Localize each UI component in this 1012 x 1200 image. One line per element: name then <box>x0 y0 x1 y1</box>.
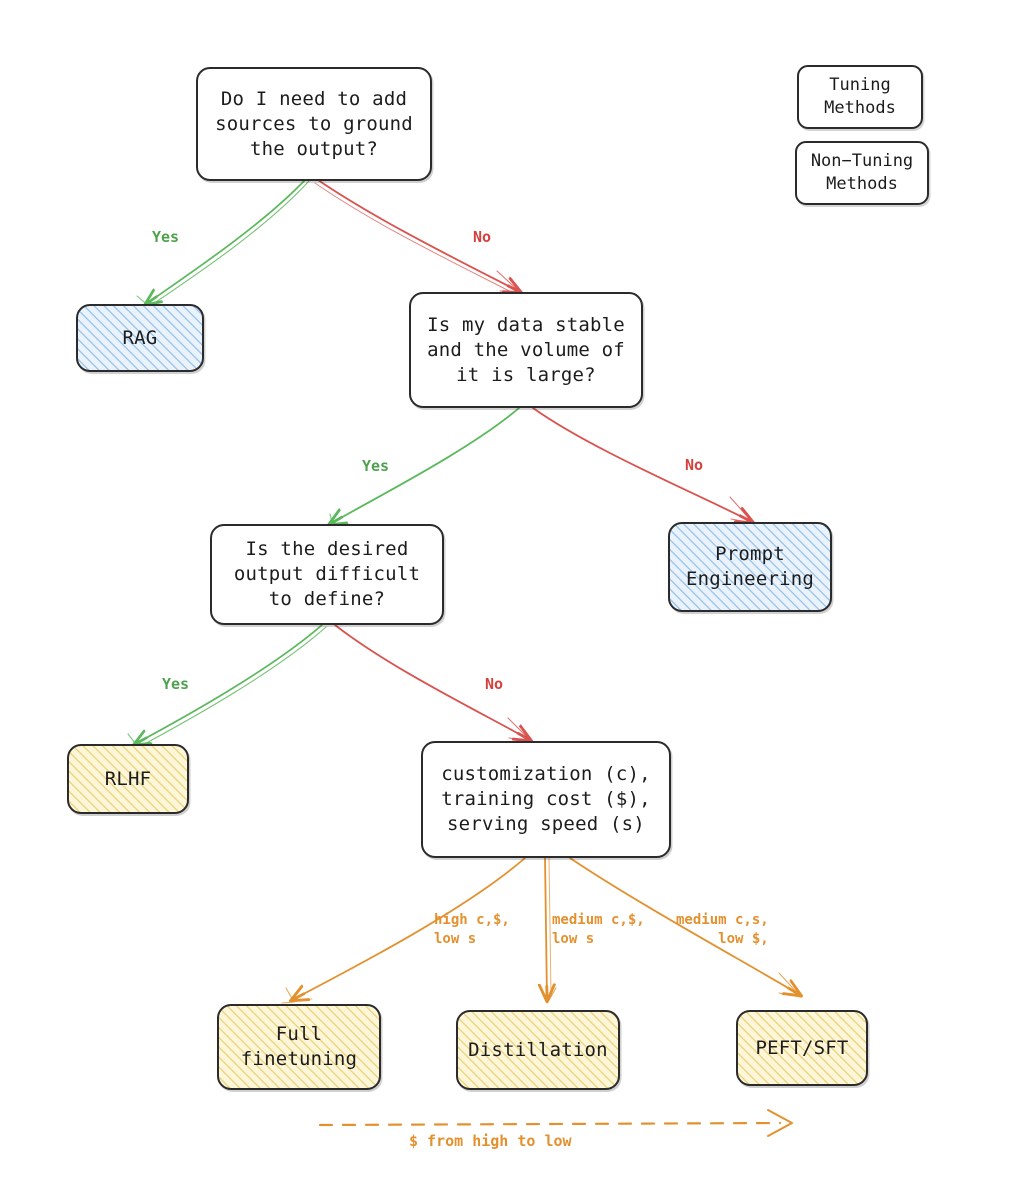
diagram-canvas: Do I need to add sources to ground the o… <box>0 0 1012 1200</box>
node-label: PEFT/SFT <box>755 1036 849 1059</box>
edge-label-peft-sft-line1: medium c,s, <box>676 912 769 928</box>
edge-q2-no-prompt <box>532 407 753 523</box>
edge-label-q1-yes: Yes <box>152 228 180 246</box>
node-label: customization (c), training cost ($), se… <box>441 763 651 835</box>
node-rlhf[interactable]: RLHF <box>67 744 189 814</box>
legend-tuning-methods: Tuning Methods <box>797 65 923 129</box>
edge-label-q1-no: No <box>473 228 492 246</box>
node-rag[interactable]: RAG <box>76 304 204 372</box>
legend-non-tuning-methods: Non−Tuning Methods <box>795 141 929 205</box>
node-label: Is my data stable and the volume of it i… <box>427 313 625 386</box>
edge-label-distillation: medium c,$, low s <box>552 912 645 947</box>
edge-label-q3-yes: Yes <box>162 675 190 693</box>
node-prompt-engineering[interactable]: Prompt Engineering <box>668 522 832 612</box>
node-full-finetuning[interactable]: Full finetuning <box>217 1004 381 1090</box>
node-peft-sft[interactable]: PEFT/SFT <box>736 1010 868 1086</box>
edge-label-q2-no: No <box>685 456 704 474</box>
edge-label-peft-sft: medium c,s, low $, <box>676 911 769 949</box>
legend-label: Tuning Methods <box>824 75 896 118</box>
legend-label: Non−Tuning Methods <box>810 151 914 194</box>
edge-q3-yes-rlhf <box>125 624 327 749</box>
edge-label-peft-sft-line2: low $, <box>718 931 769 947</box>
node-label: Prompt Engineering <box>685 543 815 590</box>
edge-label-q2-yes: Yes <box>362 457 390 475</box>
node-distillation[interactable]: Distillation <box>456 1010 620 1090</box>
node-question-output-difficult[interactable]: Is the desired output difficult to defin… <box>210 524 444 625</box>
node-label: RLHF <box>104 767 152 790</box>
node-question-sources[interactable]: Do I need to add sources to ground the o… <box>196 67 432 181</box>
node-label: Is the desired output difficult to defin… <box>233 538 421 610</box>
cost-axis-caption: $ from high to low <box>409 1132 572 1150</box>
node-label: Full finetuning <box>240 1023 358 1070</box>
edge-label-full-finetuning: high c,$, low s <box>434 912 510 947</box>
node-question-data-stable[interactable]: Is my data stable and the volume of it i… <box>409 292 643 408</box>
node-label: Do I need to add sources to ground the o… <box>215 87 413 160</box>
edge-q2-yes-q3 <box>320 407 520 528</box>
edge-label-q3-no: No <box>485 675 504 693</box>
node-criteria[interactable]: customization (c), training cost ($), se… <box>421 741 671 858</box>
node-label: RAG <box>122 326 158 349</box>
node-label: Distillation <box>468 1038 608 1061</box>
